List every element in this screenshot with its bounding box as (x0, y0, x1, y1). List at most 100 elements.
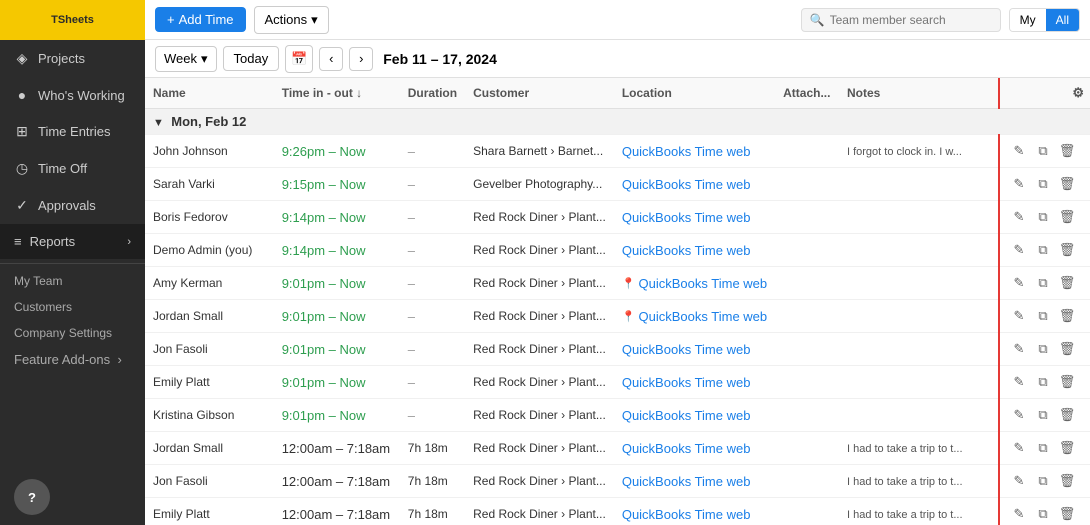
settings-icon[interactable]: ⚙ (1072, 85, 1084, 100)
sidebar-sub-company-settings[interactable]: Company Settings (0, 320, 145, 346)
edit-icon[interactable]: ✎ (1008, 338, 1030, 360)
search-input[interactable] (830, 13, 992, 27)
my-toggle[interactable]: My (1010, 9, 1046, 31)
search-box: 🔍 (801, 8, 1001, 32)
delete-icon[interactable]: 🗑 (1056, 470, 1078, 492)
copy-icon[interactable]: ⧉ (1032, 371, 1054, 393)
sidebar-item-label: Projects (38, 51, 85, 66)
sidebar-item-time-entries[interactable]: ⊞ Time Entries (0, 113, 145, 150)
cell-actions: ✎ ⧉ 🗑 (999, 432, 1090, 465)
all-toggle[interactable]: All (1046, 9, 1079, 31)
copy-icon[interactable]: ⧉ (1032, 206, 1054, 228)
edit-icon[interactable]: ✎ (1008, 470, 1030, 492)
copy-icon[interactable]: ⧉ (1032, 404, 1054, 426)
copy-icon[interactable]: ⧉ (1032, 470, 1054, 492)
sidebar-sub-feature-add-ons[interactable]: Feature Add-ons › (0, 346, 145, 373)
cell-location: QuickBooks Time web (614, 168, 775, 201)
delete-icon[interactable]: 🗑 (1056, 140, 1078, 162)
cell-notes (839, 333, 999, 366)
cell-customer: Red Rock Diner › Plant... (465, 300, 614, 333)
cell-duration: – (400, 135, 465, 168)
cell-customer: Red Rock Diner › Plant... (465, 366, 614, 399)
copy-icon[interactable]: ⧉ (1032, 503, 1054, 525)
cell-customer: Red Rock Diner › Plant... (465, 399, 614, 432)
cell-name: Emily Platt (145, 366, 274, 399)
cell-duration: – (400, 168, 465, 201)
prev-week-button[interactable]: ‹ (319, 47, 343, 71)
copy-icon[interactable]: ⧉ (1032, 437, 1054, 459)
sidebar-item-projects[interactable]: ◈ Projects (0, 40, 145, 77)
edit-icon[interactable]: ✎ (1008, 503, 1030, 525)
cell-name: Jordan Small (145, 300, 274, 333)
week-view-select[interactable]: Week ▾ (155, 46, 217, 72)
edit-icon[interactable]: ✎ (1008, 239, 1030, 261)
edit-icon[interactable]: ✎ (1008, 206, 1030, 228)
actions-button[interactable]: Actions ▾ (254, 6, 329, 34)
cell-attachments (775, 498, 839, 525)
cell-location: QuickBooks Time web (614, 498, 775, 525)
cell-actions: ✎ ⧉ 🗑 (999, 498, 1090, 525)
feature-add-ons-arrow: › (117, 352, 121, 367)
edit-icon[interactable]: ✎ (1008, 272, 1030, 294)
edit-icon[interactable]: ✎ (1008, 437, 1030, 459)
edit-icon[interactable]: ✎ (1008, 404, 1030, 426)
edit-icon[interactable]: ✎ (1008, 140, 1030, 162)
col-attachments: Attach... (775, 78, 839, 109)
sidebar-item-label: Time Entries (38, 124, 110, 139)
sidebar-sub-customers[interactable]: Customers (0, 294, 145, 320)
calendar-button[interactable]: 📅 (285, 45, 313, 73)
reports-icon: ≡ (14, 234, 22, 249)
calendar-icon: 📅 (291, 51, 307, 67)
table-row: Emily Platt 12:00am – 7:18am 7h 18m Red … (145, 498, 1090, 525)
delete-icon[interactable]: 🗑 (1056, 305, 1078, 327)
today-button[interactable]: Today (223, 46, 280, 71)
copy-icon[interactable]: ⧉ (1032, 272, 1054, 294)
cell-customer: Red Rock Diner › Plant... (465, 498, 614, 525)
sidebar-sub-my-team[interactable]: My Team (0, 268, 145, 294)
sidebar-item-time-off[interactable]: ◷ Time Off (0, 150, 145, 187)
cell-notes: I forgot to clock in. I w... (839, 135, 999, 168)
delete-icon[interactable]: 🗑 (1056, 239, 1078, 261)
next-week-button[interactable]: › (349, 47, 373, 71)
cell-customer: Red Rock Diner › Plant... (465, 333, 614, 366)
edit-icon[interactable]: ✎ (1008, 173, 1030, 195)
copy-icon[interactable]: ⧉ (1032, 173, 1054, 195)
cell-customer: Shara Barnett › Barnet... (465, 135, 614, 168)
edit-icon[interactable]: ✎ (1008, 305, 1030, 327)
cell-attachments (775, 135, 839, 168)
cell-location: 📍QuickBooks Time web (614, 300, 775, 333)
sidebar-item-reports[interactable]: ≡ Reports › (0, 224, 145, 259)
col-notes: Notes (839, 78, 999, 109)
delete-icon[interactable]: 🗑 (1056, 173, 1078, 195)
collapse-arrow[interactable]: ▼ (153, 117, 164, 129)
sidebar-item-approvals[interactable]: ✓ Approvals (0, 187, 145, 224)
delete-icon[interactable]: 🗑 (1056, 437, 1078, 459)
copy-icon[interactable]: ⧉ (1032, 239, 1054, 261)
delete-icon[interactable]: 🗑 (1056, 272, 1078, 294)
help-button[interactable]: ? (14, 479, 50, 515)
time-off-icon: ◷ (14, 160, 30, 177)
cell-attachments (775, 399, 839, 432)
cell-name: Jon Fasoli (145, 333, 274, 366)
sidebar-item-whos-working[interactable]: ● Who's Working (0, 77, 145, 113)
copy-icon[interactable]: ⧉ (1032, 140, 1054, 162)
cell-actions: ✎ ⧉ 🗑 (999, 399, 1090, 432)
cell-actions: ✎ ⧉ 🗑 (999, 234, 1090, 267)
copy-icon[interactable]: ⧉ (1032, 305, 1054, 327)
edit-icon[interactable]: ✎ (1008, 371, 1030, 393)
delete-icon[interactable]: 🗑 (1056, 206, 1078, 228)
cell-notes (839, 267, 999, 300)
cell-duration: – (400, 201, 465, 234)
delete-icon[interactable]: 🗑 (1056, 503, 1078, 525)
add-time-button[interactable]: + Add Time (155, 7, 246, 32)
delete-icon[interactable]: 🗑 (1056, 371, 1078, 393)
copy-icon[interactable]: ⧉ (1032, 338, 1054, 360)
delete-icon[interactable]: 🗑 (1056, 404, 1078, 426)
delete-icon[interactable]: 🗑 (1056, 338, 1078, 360)
cell-name: Boris Fedorov (145, 201, 274, 234)
cell-duration: – (400, 267, 465, 300)
cell-notes: I had to take a trip to t... (839, 498, 999, 525)
cell-name: Amy Kerman (145, 267, 274, 300)
datebar: Week ▾ Today 📅 ‹ › Feb 11 – 17, 2024 (145, 40, 1090, 78)
cell-duration: – (400, 234, 465, 267)
